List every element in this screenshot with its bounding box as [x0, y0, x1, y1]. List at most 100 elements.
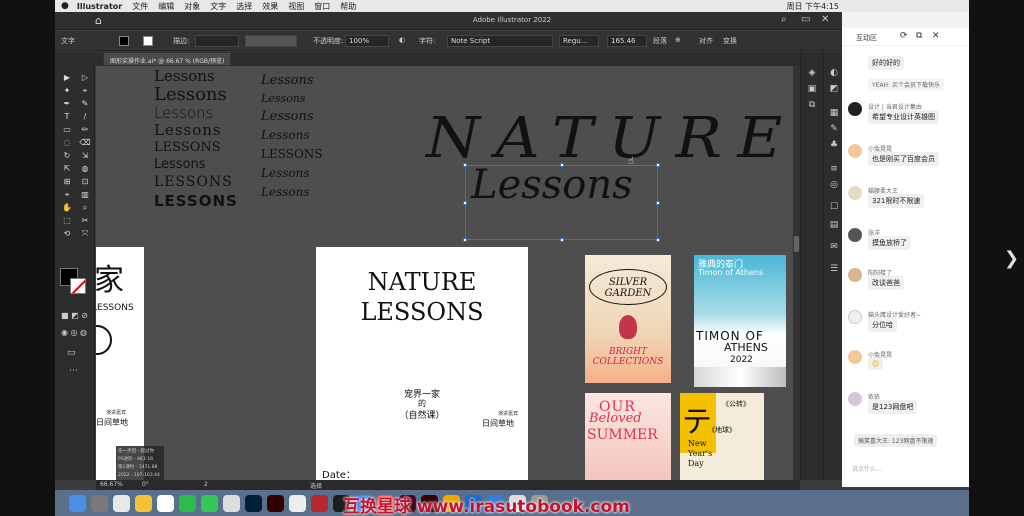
rotation-value[interactable]: 0°: [142, 481, 149, 488]
sample-text[interactable]: Lessons: [261, 183, 323, 202]
sample-text[interactable]: Lessons: [261, 107, 323, 126]
artboards-icon[interactable]: ⧉: [806, 100, 818, 111]
pen-tool-icon[interactable]: ✒: [59, 98, 75, 109]
wechat-icon[interactable]: [179, 494, 196, 512]
graph-tool-icon[interactable]: ▥: [77, 189, 93, 200]
close-chat-icon[interactable]: ✕: [932, 31, 940, 41]
variable-width-field[interactable]: [245, 35, 297, 47]
draw-mode-icons[interactable]: ◉ ◎ ◍: [61, 328, 87, 337]
fill-swatch[interactable]: [119, 36, 129, 46]
eyedropper-icon[interactable]: ⌖: [59, 189, 75, 200]
scale-tool-icon[interactable]: ⇲: [77, 150, 93, 161]
rectangle-tool-icon[interactable]: ▭: [59, 124, 75, 135]
menu-effect[interactable]: 效果: [262, 1, 278, 12]
globe-icon[interactable]: ⊕: [675, 36, 681, 44]
direct-selection-tool-icon[interactable]: ▷: [77, 72, 93, 83]
menu-file[interactable]: 文件: [132, 1, 148, 12]
chevron-right-icon[interactable]: ❯: [1004, 248, 1019, 269]
shape-builder-icon[interactable]: ◍: [77, 163, 93, 174]
menu-type[interactable]: 文字: [210, 1, 226, 12]
zoom-tool-icon[interactable]: ⌕: [77, 202, 93, 213]
resize-handle[interactable]: [560, 238, 564, 242]
layers-icon[interactable]: ◈: [806, 68, 818, 79]
align-label[interactable]: 对齐: [699, 36, 713, 46]
libraries-icon[interactable]: ▣: [806, 84, 818, 95]
sample-text[interactable]: Lessons: [261, 72, 323, 90]
popout-icon[interactable]: ⧉: [916, 31, 922, 41]
sample-text[interactable]: Lessons: [154, 105, 238, 122]
sample-text[interactable]: Lessons: [154, 85, 238, 105]
photoshop-icon[interactable]: [245, 494, 262, 512]
artboard-number[interactable]: 2: [204, 481, 208, 488]
menu-object[interactable]: 对象: [184, 1, 200, 12]
lasso-icon[interactable]: ⌖: [77, 85, 93, 96]
menu-edit[interactable]: 编辑: [158, 1, 174, 12]
scissors-icon[interactable]: ✂: [77, 215, 93, 226]
chrome-icon[interactable]: [135, 494, 152, 512]
gradient-tool-icon[interactable]: ⊡: [77, 176, 93, 187]
comments-icon[interactable]: ✉: [828, 242, 840, 253]
menu-app-name[interactable]: Illustrator: [77, 2, 122, 11]
facetime-icon[interactable]: [201, 494, 218, 512]
color-mode-icons[interactable]: ■ ◩ ⊘: [61, 311, 88, 320]
apple-icon[interactable]: ●: [61, 1, 69, 11]
zoom-level[interactable]: 66.67%: [100, 481, 123, 488]
resize-handle[interactable]: [560, 163, 564, 167]
hand-tool-icon[interactable]: ✋: [59, 202, 75, 213]
sample-text[interactable]: Lessons: [261, 164, 323, 183]
poster-our-beloved-summer[interactable]: OUR Beloved SUMMER: [585, 393, 671, 480]
poster-new-years-day[interactable]: テ 《公转》 《地球》 New Year's Day: [680, 393, 764, 480]
scroll-thumb[interactable]: [794, 236, 799, 252]
more-tools-icon[interactable]: ⋯: [69, 366, 78, 376]
pencil-tool-icon[interactable]: ✏: [77, 124, 93, 135]
menu-select[interactable]: 选择: [236, 1, 252, 12]
chat-tab-label[interactable]: 互动区: [856, 33, 877, 43]
width-tool-icon[interactable]: ⤧: [77, 228, 93, 239]
menu-help[interactable]: 帮助: [340, 1, 356, 12]
mesh-tool-icon[interactable]: ⊞: [59, 176, 75, 187]
paragraph-label[interactable]: 段落: [653, 36, 667, 46]
app-icon[interactable]: [223, 494, 240, 512]
resize-handle[interactable]: [656, 238, 660, 242]
appearance-icon[interactable]: ☐: [828, 202, 840, 213]
line-tool-icon[interactable]: /: [77, 111, 93, 122]
refresh-icon[interactable]: ⟳: [900, 31, 908, 41]
rotate-tool-icon[interactable]: ↻: [59, 150, 75, 161]
selection-tool-icon[interactable]: ▶: [59, 72, 75, 83]
properties-icon[interactable]: ☰: [828, 264, 840, 275]
poster-timon-of-athens[interactable]: 雅典的泰门 Timon of Athens TIMON OF ATHENS 20…: [694, 255, 786, 387]
safari-icon[interactable]: [113, 494, 130, 512]
launchpad-icon[interactable]: [91, 494, 108, 512]
screen-mode-icon[interactable]: ▭: [67, 348, 76, 358]
font-size-field[interactable]: 165.46: [607, 35, 647, 47]
transform-label[interactable]: 变换: [723, 36, 737, 46]
menu-window[interactable]: 窗口: [314, 1, 330, 12]
menu-view[interactable]: 视图: [288, 1, 304, 12]
color-icon[interactable]: ◐: [828, 68, 840, 79]
poster-silver-garden[interactable]: SILVER GARDEN BRIGHT COLLECTIONS: [585, 255, 671, 383]
gradient-icon[interactable]: ◩: [828, 84, 840, 95]
opacity-field[interactable]: 100%: [345, 35, 389, 47]
resize-handle[interactable]: [463, 238, 467, 242]
vertical-scrollbar[interactable]: [793, 66, 800, 480]
sample-text[interactable]: LESSONS: [154, 139, 238, 156]
font-style-select[interactable]: Regu...: [559, 35, 599, 47]
canvas-area[interactable]: Lessons Lessons Lessons Lessons LESSONS …: [96, 66, 800, 480]
artboard-nature-lessons[interactable]: NATURE LESSONS 宠界一家 的 （自然课） 演讲嘉宾 日间草地 Da…: [316, 247, 528, 480]
curvature-tool-icon[interactable]: ✎: [77, 98, 93, 109]
eraser-icon[interactable]: ⌫: [77, 137, 93, 148]
layout-icon[interactable]: ▭: [801, 14, 810, 25]
search-icon[interactable]: ⌕: [781, 14, 787, 25]
sample-text[interactable]: Lessons: [154, 68, 238, 85]
blob-brush-icon[interactable]: ◌: [59, 137, 75, 148]
chat-input[interactable]: 说点什么...: [852, 464, 882, 473]
font-family-select[interactable]: Note Script: [447, 35, 553, 47]
resize-handle[interactable]: [463, 163, 467, 167]
symbols-icon[interactable]: ♣: [828, 140, 840, 151]
qq-icon[interactable]: [157, 494, 174, 512]
artboard-tool-icon[interactable]: ⬚: [59, 215, 75, 226]
recolor-icon[interactable]: ◐: [399, 36, 405, 44]
sample-text[interactable]: LESSONS: [261, 145, 323, 164]
magic-wand-icon[interactable]: ✦: [59, 85, 75, 96]
stroke-swatch[interactable]: [143, 36, 153, 46]
